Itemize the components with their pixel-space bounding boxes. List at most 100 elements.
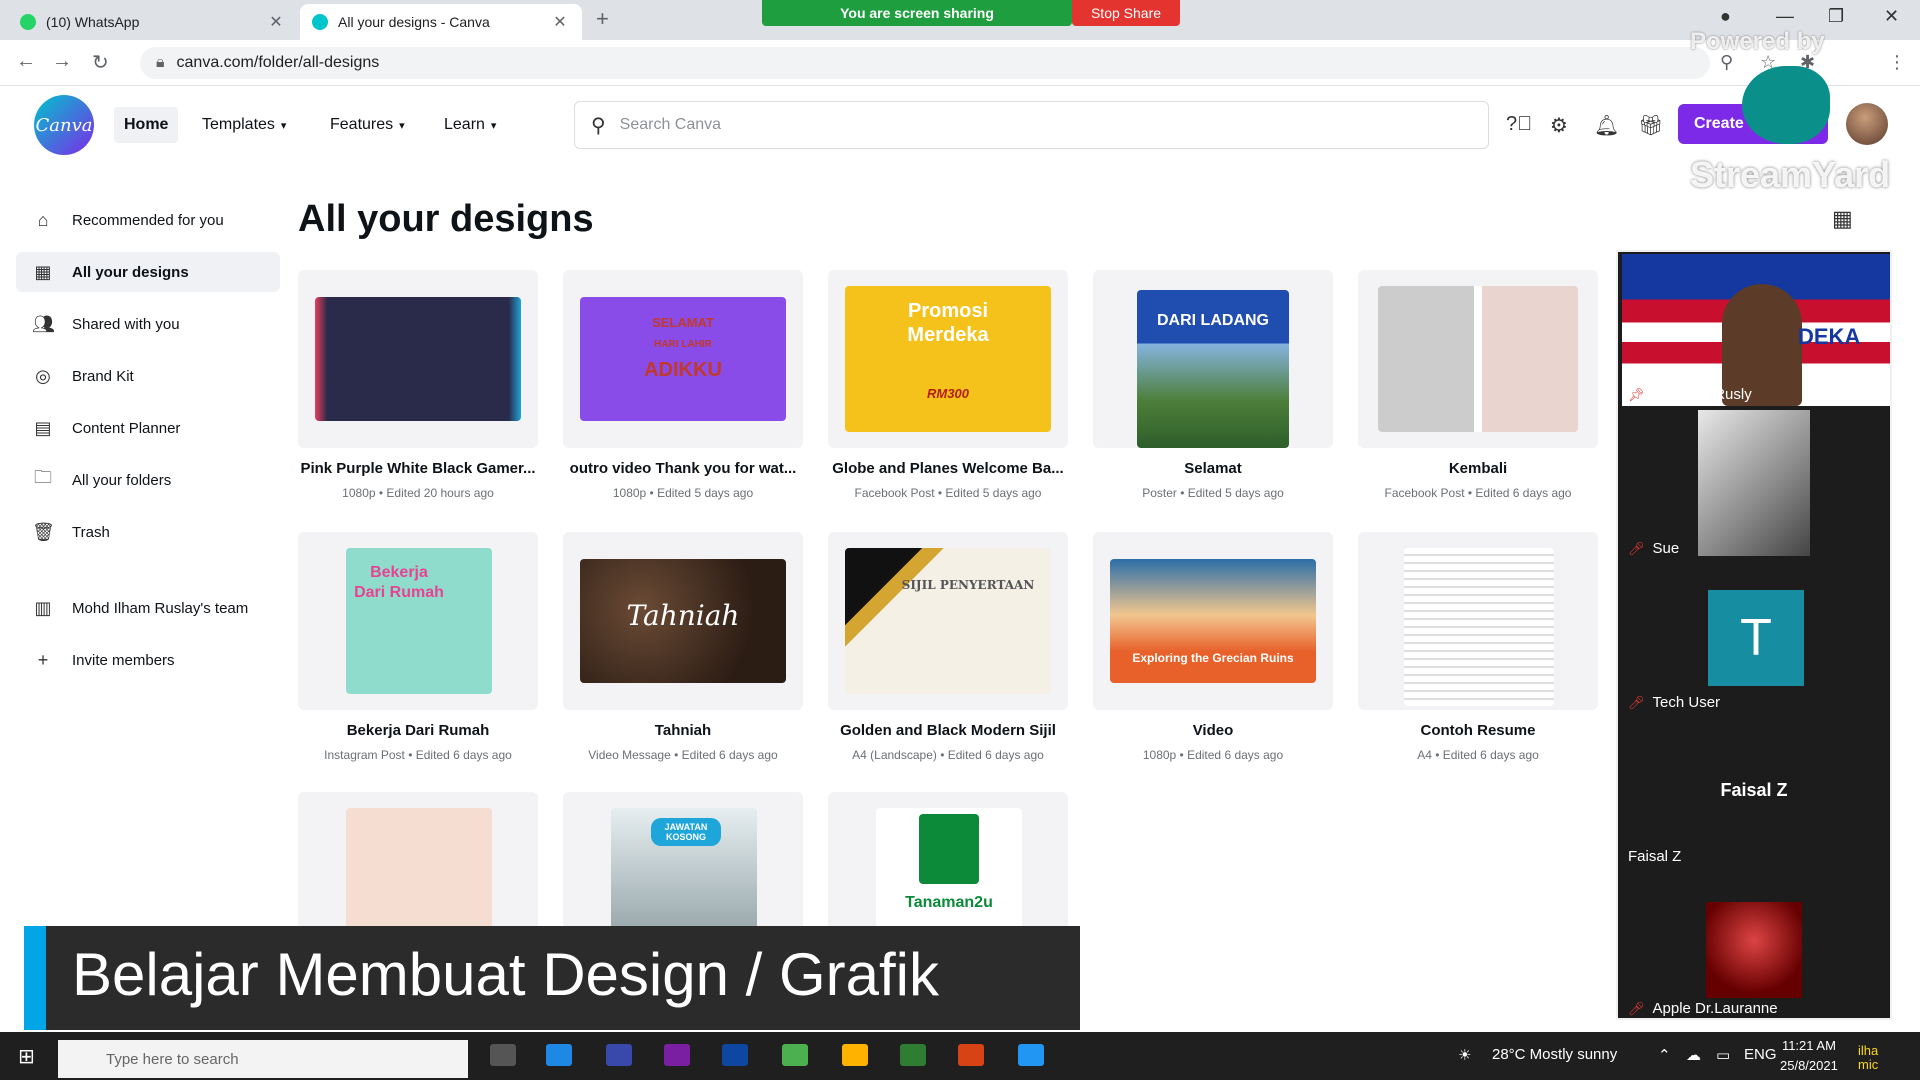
bell-icon[interactable]: 🔔︎	[1594, 113, 1619, 138]
design-card[interactable]: SIJIL PENYERTAAN Golden and Black Modern…	[828, 532, 1068, 802]
reload-icon[interactable]: ↻	[92, 50, 109, 75]
help-icon[interactable]: ?⃝	[1506, 113, 1532, 136]
design-card[interactable]: DARI LADANG Selamat Poster • Edited 5 da…	[1093, 270, 1333, 540]
new-tab-button[interactable]: +	[596, 6, 609, 32]
sidebar-item-content-planner[interactable]: ▤ Content Planner	[16, 408, 280, 448]
design-name: Tahniah	[654, 722, 712, 739]
design-thumbnail	[1378, 286, 1578, 432]
tab-whatsapp[interactable]: (10) WhatsApp ✕	[8, 4, 298, 40]
design-card[interactable]: Contoh Resume A4 • Edited 6 days ago	[1358, 532, 1598, 802]
network-icon[interactable]: ▭	[1716, 1046, 1730, 1064]
design-name: Bekerja Dari Rumah	[346, 722, 490, 739]
design-card[interactable]	[298, 792, 538, 930]
design-name: Pink Purple White Black Gamer...	[300, 460, 536, 477]
design-card[interactable]: SELAMAT HARI LAHIR ADIKKU outro video Th…	[563, 270, 803, 540]
participant-name: 🎤︎ Tech User	[1628, 694, 1720, 711]
windows-start-icon[interactable]: ⊞	[18, 1044, 35, 1069]
explorer-icon[interactable]	[842, 1044, 868, 1066]
design-card[interactable]: Tanaman2u	[828, 792, 1068, 930]
excel-icon[interactable]	[900, 1044, 926, 1066]
thumbnail-text: SELAMAT	[652, 315, 714, 330]
edge-icon[interactable]	[546, 1044, 572, 1066]
vs-icon[interactable]	[664, 1044, 690, 1066]
taskbar-search-input[interactable]: Type here to search	[58, 1040, 468, 1078]
design-thumbnail: SIJIL PENYERTAAN	[845, 548, 1051, 694]
chrome-icon[interactable]	[782, 1044, 808, 1066]
store-icon[interactable]	[606, 1044, 632, 1066]
participant-video: DEKA	[1622, 254, 1890, 406]
nav-features[interactable]: Features ▾	[320, 107, 415, 143]
sidebar-item-team[interactable]: ▥ Mohd Ilham Ruslay's team	[16, 588, 280, 628]
zoom-app-icon[interactable]	[1018, 1044, 1044, 1066]
address-bar[interactable]: 🔒︎ canva.com/folder/all-designs	[140, 47, 1710, 79]
nav-templates[interactable]: Templates ▾	[192, 107, 296, 143]
powerpoint-icon[interactable]	[958, 1044, 984, 1066]
design-meta: Facebook Post • Edited 6 days ago	[1384, 486, 1572, 500]
gift-icon[interactable]: 🎁︎	[1638, 113, 1663, 138]
task-view-icon[interactable]	[490, 1044, 516, 1066]
design-card[interactable]: Exploring the Grecian Ruins Video 1080p …	[1093, 532, 1333, 802]
sidebar-item-folders[interactable]: 🗀 All your folders	[16, 460, 280, 500]
close-icon[interactable]: ✕	[266, 12, 286, 32]
nav-label: Learn	[444, 116, 485, 133]
design-card[interactable]: Pink Purple White Black Gamer... 1080p •…	[298, 270, 538, 540]
stop-share-label: Stop Share	[1090, 5, 1162, 21]
sidebar-item-recommended[interactable]: ⌂ Recommended for you	[16, 200, 280, 240]
sidebar-item-trash[interactable]: 🗑︎ Trash	[16, 512, 280, 552]
design-meta: Video Message • Edited 6 days ago	[588, 748, 778, 762]
participant-label: Apple Dr.Lauranne	[1652, 1000, 1778, 1017]
cloud-icon[interactable]: ☁	[1686, 1046, 1701, 1064]
restore-icon[interactable]: ❐	[1828, 6, 1844, 27]
kebab-menu-icon[interactable]: ⋮	[1888, 52, 1906, 73]
app-icon[interactable]	[722, 1044, 748, 1066]
sidebar-item-shared[interactable]: 👥︎ Shared with you	[16, 304, 280, 344]
page-title: All your designs	[298, 198, 594, 240]
forward-icon[interactable]: →	[52, 50, 72, 73]
weather-icon[interactable]: ☀	[1458, 1046, 1471, 1064]
design-thumbnail	[346, 808, 492, 930]
sidebar-item-label: Brand Kit	[72, 367, 134, 385]
profile-menu-icon[interactable]: ●	[1720, 6, 1731, 27]
sidebar-item-all-designs[interactable]: ▦ All your designs	[16, 252, 280, 292]
lock-icon: 🔒︎	[156, 54, 165, 71]
canva-logo[interactable]: Canva	[34, 95, 94, 155]
taskbar-clock[interactable]: 11:21 AM 25/8/2021	[1780, 1036, 1838, 1076]
sidebar-item-label: Invite members	[72, 651, 175, 669]
back-icon[interactable]: ←	[16, 50, 36, 73]
thumbnail-text-line: KOSONG	[665, 832, 706, 842]
window-close-icon[interactable]: ✕	[1884, 6, 1899, 27]
thumbnail-text: Bekerja	[370, 564, 428, 581]
nav-home[interactable]: Home	[114, 107, 179, 143]
weather-text[interactable]: 28°C Mostly sunny	[1492, 1046, 1617, 1063]
participant-video	[1698, 410, 1810, 556]
tray-chevron-icon[interactable]: ⌃	[1658, 1046, 1671, 1064]
search-input[interactable]: ⚲ Search Canva	[574, 101, 1489, 149]
design-card[interactable]: JAWATAN KOSONG	[563, 792, 803, 930]
design-card[interactable]: Promosi Merdeka RM300 Globe and Planes W…	[828, 270, 1068, 540]
lower-third-banner: Belajar Membuat Design / Grafik	[24, 926, 1080, 1030]
thumbnail-text: Exploring the Grecian Ruins	[1132, 651, 1294, 665]
browser-toolbar: ← → ↻ 🔒︎ canva.com/folder/all-designs ⚲ …	[0, 40, 1920, 86]
design-meta: A4 • Edited 6 days ago	[1417, 748, 1539, 762]
minimize-icon[interactable]: —	[1776, 6, 1794, 27]
avatar[interactable]	[1846, 103, 1888, 145]
sidebar-item-invite[interactable]: + Invite members	[16, 640, 280, 680]
language-indicator[interactable]: ENG	[1744, 1046, 1777, 1063]
close-icon[interactable]: ✕	[550, 12, 570, 32]
design-thumbnail: Promosi Merdeka RM300	[845, 286, 1051, 432]
calendar-icon: ▤	[34, 417, 52, 438]
sidebar-item-brand-kit[interactable]: ◎ Brand Kit	[16, 356, 280, 396]
design-card[interactable]: Bekerja Dari Rumah Bekerja Dari Rumah In…	[298, 532, 538, 802]
thumbnail-text: Dari Rumah	[354, 584, 444, 601]
gear-icon[interactable]: ⚙	[1550, 113, 1568, 138]
nav-learn[interactable]: Learn ▾	[434, 107, 506, 143]
tab-title: (10) WhatsApp	[46, 14, 140, 30]
design-thumbnail: Bekerja Dari Rumah	[346, 548, 492, 694]
design-card[interactable]: Kembali Facebook Post • Edited 6 days ag…	[1358, 270, 1598, 540]
mic-off-icon: 🎤︎	[1628, 1000, 1645, 1016]
stop-share-button[interactable]: Stop Share	[1072, 0, 1180, 26]
banner-accent	[24, 926, 46, 1030]
grid-view-icon[interactable]: ▦	[1832, 206, 1853, 232]
tab-canva[interactable]: All your designs - Canva ✕	[300, 4, 582, 40]
design-card[interactable]: Tahniah Tahniah Video Message • Edited 6…	[563, 532, 803, 802]
